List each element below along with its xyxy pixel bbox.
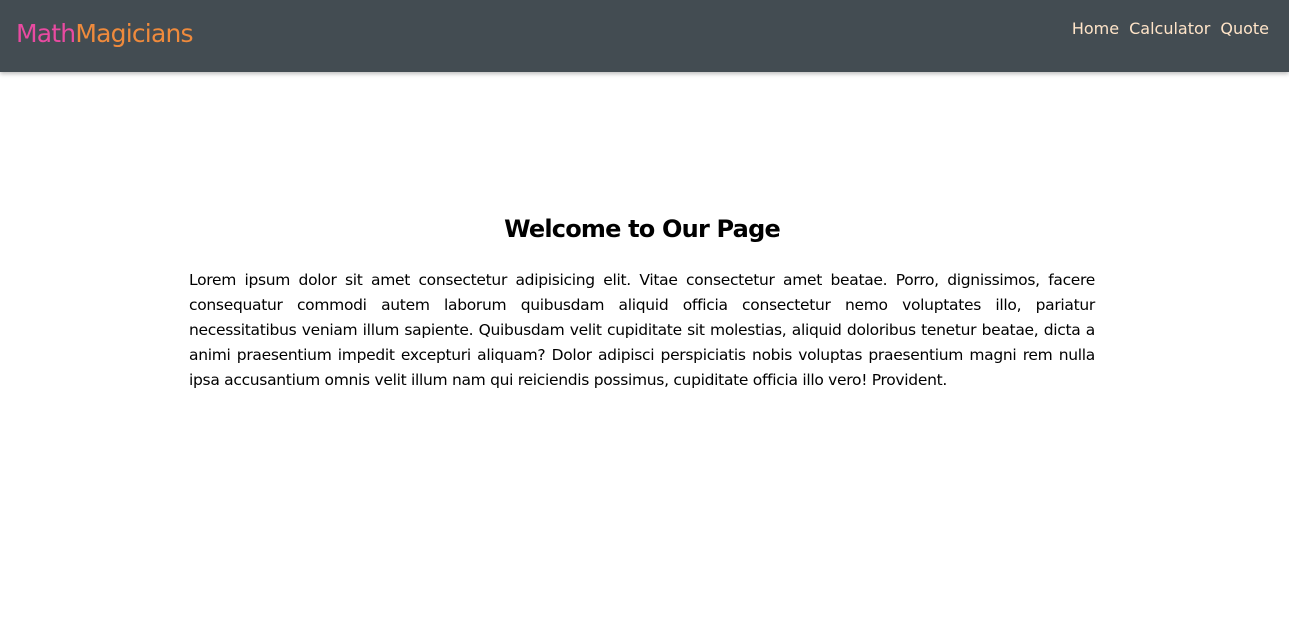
welcome-paragraph: Lorem ipsum dolor sit amet consectetur a… <box>189 271 1095 389</box>
logo-magicians-text: Magicians <box>75 19 193 48</box>
top-navbar: MathMagicians Home Calculator Quote <box>0 0 1289 72</box>
nav-link-quote[interactable]: Quote <box>1220 18 1269 40</box>
logo-math-text: Math <box>16 19 76 48</box>
nav-link-home[interactable]: Home <box>1072 18 1119 40</box>
page-title: Welcome to Our Page <box>504 215 781 243</box>
nav-link-calculator[interactable]: Calculator <box>1129 18 1210 40</box>
main-content: Welcome to Our Page Lorem ipsum dolor si… <box>189 210 1095 393</box>
site-logo[interactable]: MathMagicians <box>16 18 194 50</box>
main-navigation: Home Calculator Quote <box>1072 18 1269 40</box>
